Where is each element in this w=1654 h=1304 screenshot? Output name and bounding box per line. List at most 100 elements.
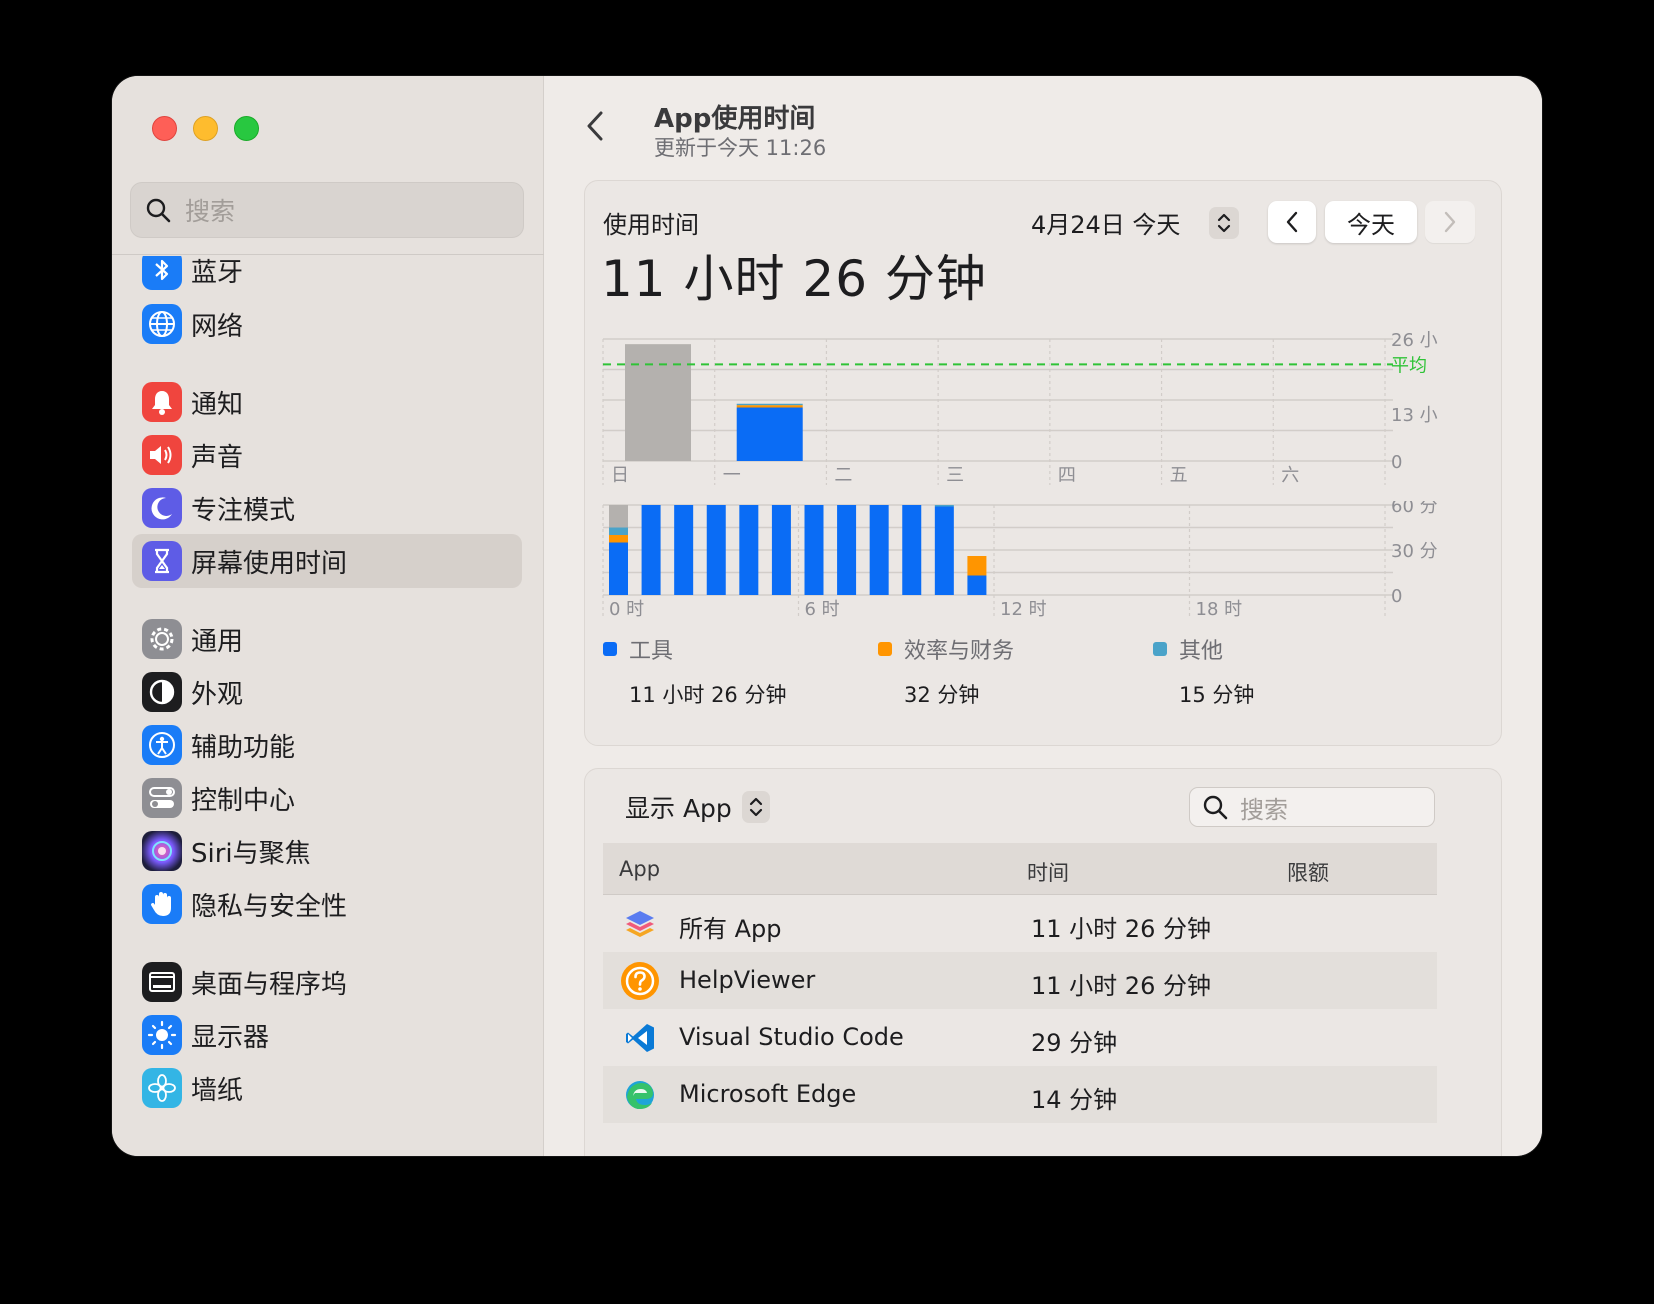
hourly-x-tick: 18 时 — [1196, 599, 1243, 620]
accessibility-icon — [142, 725, 182, 765]
sidebar-item-network[interactable]: 网络 — [132, 297, 522, 351]
page-title: App使用时间 — [654, 104, 816, 134]
hand-icon — [142, 884, 182, 924]
hourly-bar-segment — [771, 505, 791, 595]
zoom-window-button[interactable] — [234, 116, 259, 141]
weekly-day-label: 五 — [1170, 465, 1188, 486]
apps-table-header: App 时间 限额 — [603, 843, 1437, 895]
hourly-x-tick: 6 时 — [805, 599, 840, 620]
page-subtitle: 更新于今天 11:26 — [654, 136, 827, 160]
weekly-y-tick: 13 小 — [1391, 405, 1438, 426]
app-search-placeholder: 搜索 — [1240, 795, 1288, 824]
apps-card: 显示 App 搜索 App 时间 限额 所有 App 11 小时 26 分钟 H… — [584, 768, 1502, 1156]
chevron-left-icon — [587, 111, 603, 141]
weekly-day-label: 四 — [1058, 465, 1076, 486]
legend-name: 工具 — [629, 639, 674, 664]
search-icon — [1203, 795, 1228, 820]
table-row[interactable]: Visual Studio Code 29 分钟 — [603, 1009, 1437, 1066]
legend-value: 15 分钟 — [1179, 683, 1255, 707]
sidebar-item-label: 控制中心 — [191, 785, 296, 816]
app-search-field[interactable]: 搜索 — [1189, 787, 1435, 827]
back-button[interactable] — [580, 106, 610, 146]
sidebar-item-displays[interactable]: 显示器 — [132, 1008, 522, 1062]
table-row[interactable]: Microsoft Edge 14 分钟 — [603, 1066, 1437, 1123]
app-time: 29 分钟 — [1031, 1029, 1118, 1057]
weekly-day-label: 一 — [723, 465, 741, 486]
edge-icon — [621, 1076, 659, 1114]
hourly-bar-segment — [804, 505, 824, 595]
app-name: 所有 App — [679, 915, 782, 943]
globe-icon — [142, 304, 182, 344]
hourly-bar-segment — [641, 505, 661, 595]
main-pane: App使用时间 更新于今天 11:26 使用时间 11 小时 26 分钟 4月2… — [544, 76, 1542, 1156]
help-icon — [621, 962, 659, 1000]
sidebar-item-general[interactable]: 通用 — [132, 612, 522, 666]
weekly-y-tick: 26 小 — [1391, 331, 1438, 351]
hourly-y-tick: 30 分 — [1391, 541, 1438, 562]
weekly-bar-segment — [736, 407, 803, 461]
sidebar-item-accessibility[interactable]: 辅助功能 — [132, 718, 522, 772]
legend-name: 其他 — [1179, 639, 1224, 664]
sidebar-item-label: 声音 — [191, 442, 244, 473]
gear-icon — [142, 619, 182, 659]
sidebar-item-sound[interactable]: 声音 — [132, 428, 522, 482]
speaker-icon — [142, 435, 182, 475]
show-app-popup[interactable]: 显示 App — [625, 789, 770, 825]
sidebar-item-bluetooth[interactable]: 蓝牙 — [132, 256, 522, 297]
sidebar-item-screen-time[interactable]: 屏幕使用时间 — [132, 534, 522, 588]
close-window-button[interactable] — [152, 116, 177, 141]
sidebar-item-desktop-dock[interactable]: 桌面与程序坞 — [132, 955, 522, 1009]
weekly-day-label: 六 — [1281, 465, 1299, 486]
sun-icon — [142, 1015, 182, 1055]
dock-icon — [142, 962, 182, 1002]
sidebar-item-privacy[interactable]: 隐私与安全性 — [132, 877, 522, 931]
column-header-time[interactable]: 时间 — [1027, 857, 1069, 887]
sidebar-item-label: 显示器 — [191, 1022, 270, 1053]
hourly-bar-segment — [869, 505, 889, 595]
legend-swatch — [1153, 642, 1167, 656]
hourly-y-tick: 60 分 — [1391, 501, 1438, 517]
show-app-stepper[interactable] — [741, 791, 770, 823]
weekly-usage-chart: 日 一 二 三 四 五 六 平均 26 小 13 小 0 — [602, 331, 1438, 486]
hourly-bar-segment — [934, 505, 954, 507]
hourly-bar-segment — [609, 542, 628, 595]
table-row[interactable]: HelpViewer 11 小时 26 分钟 — [603, 952, 1437, 1009]
vscode-icon — [621, 1019, 659, 1057]
layers-icon — [621, 905, 659, 943]
column-header-limit[interactable]: 限额 — [1287, 857, 1329, 887]
app-name: HelpViewer — [679, 966, 816, 994]
weekly-day-label: 二 — [834, 465, 852, 486]
sidebar-list: 蓝牙 网络 通知 声音 专注模式 屏幕使用时间 通用 外观 辅助功能 控制中心 … — [112, 256, 544, 1156]
hourly-x-tick: 12 时 — [1000, 599, 1047, 620]
legend-name: 效率与财务 — [904, 639, 1015, 664]
app-time: 11 小时 26 分钟 — [1031, 972, 1211, 1000]
sidebar-item-appearance[interactable]: 外观 — [132, 665, 522, 719]
sidebar-item-label: 通知 — [191, 389, 244, 420]
sidebar-item-label: Siri与聚焦 — [191, 838, 311, 869]
sidebar-item-label: 隐私与安全性 — [191, 891, 348, 922]
column-header-app[interactable]: App — [619, 857, 660, 881]
weekly-bar-segment — [625, 344, 691, 461]
table-row[interactable]: 所有 App 11 小时 26 分钟 — [603, 895, 1437, 952]
hourglass-icon — [142, 541, 182, 581]
sidebar-item-label: 通用 — [191, 626, 244, 657]
hourly-bar-segment — [837, 505, 857, 595]
sidebar-item-control-center[interactable]: 控制中心 — [132, 771, 522, 825]
toggles-icon — [142, 778, 182, 818]
hourly-bar-segment — [706, 505, 726, 595]
hourly-x-tick: 0 时 — [609, 599, 644, 620]
sidebar-item-notifications[interactable]: 通知 — [132, 375, 522, 429]
weekly-bar-segment — [736, 403, 803, 406]
legend-item-productivity: 效率与财务 32 分钟 — [878, 633, 1014, 709]
sidebar-item-wallpaper[interactable]: 墙纸 — [132, 1061, 522, 1115]
legend-value: 11 小时 26 分钟 — [629, 683, 787, 707]
sidebar-item-siri[interactable]: Siri与聚焦 — [132, 824, 522, 878]
sidebar-item-focus[interactable]: 专注模式 — [132, 481, 522, 535]
hourly-y-tick: 0 — [1391, 586, 1402, 607]
legend-value: 32 分钟 — [904, 683, 980, 707]
sidebar-search-field[interactable]: 搜索 — [130, 182, 524, 238]
minimize-window-button[interactable] — [193, 116, 218, 141]
bluetooth-icon — [142, 256, 182, 290]
sidebar-search-placeholder: 搜索 — [185, 197, 236, 226]
app-name: Visual Studio Code — [679, 1023, 904, 1051]
